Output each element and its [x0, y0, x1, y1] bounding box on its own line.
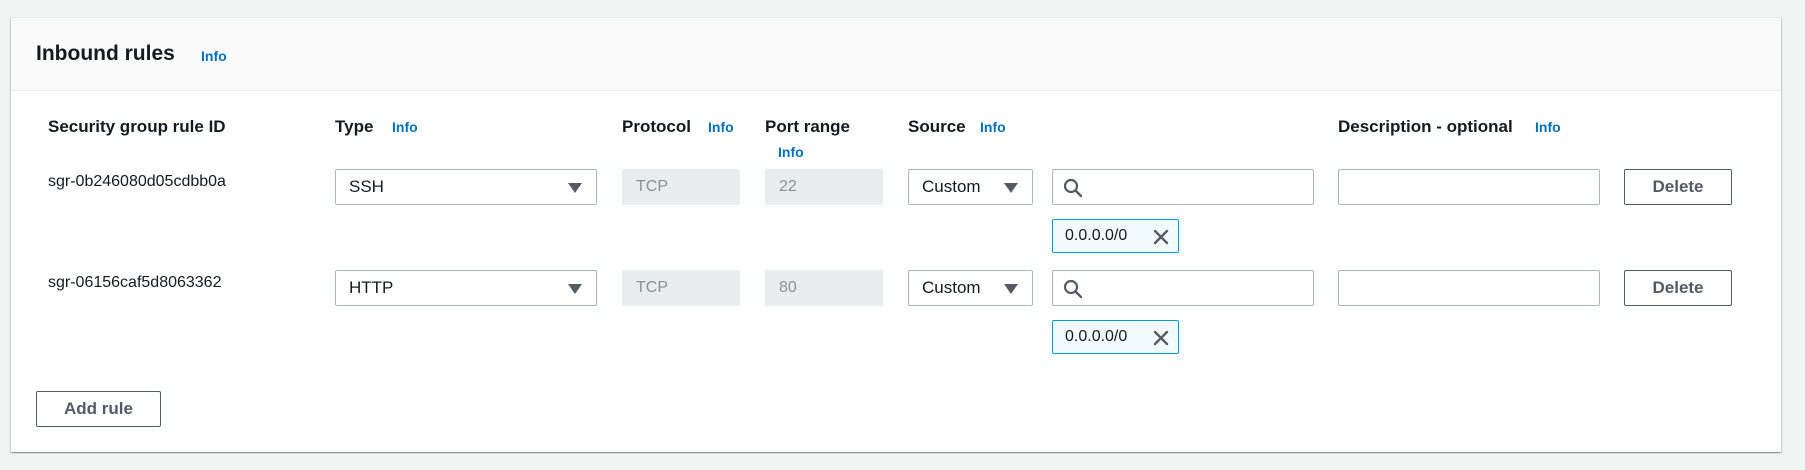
search-icon [1063, 178, 1083, 198]
type-select-value: SSH [349, 177, 384, 196]
caret-down-icon [568, 284, 582, 294]
type-select-value: HTTP [349, 278, 394, 297]
close-icon[interactable] [1152, 329, 1170, 347]
section-title: Inbound rules [36, 42, 175, 65]
source-search-input[interactable] [1052, 169, 1314, 205]
source-token: 0.0.0.0/0 [1052, 219, 1179, 253]
col-header-port-range: Port range [765, 117, 851, 136]
protocol-field: TCP [622, 169, 740, 205]
source-search-input[interactable] [1052, 270, 1314, 306]
col-header-description: Description - optional [1338, 117, 1513, 136]
source-type-select[interactable]: Custom [908, 270, 1033, 306]
port-range-info-link[interactable]: Info [778, 144, 804, 160]
source-token-label: 0.0.0.0/0 [1065, 328, 1128, 345]
source-type-select[interactable]: Custom [908, 169, 1033, 205]
type-select[interactable]: HTTP [335, 270, 597, 306]
source-type-value: Custom [922, 177, 981, 196]
delete-button[interactable]: Delete [1624, 169, 1732, 205]
rule-id: sgr-0b246080d05cdbb0a [48, 173, 226, 190]
source-info-link[interactable]: Info [980, 119, 1006, 135]
col-header-protocol: Protocol [622, 117, 691, 136]
caret-down-icon [1004, 284, 1018, 294]
close-icon[interactable] [1152, 228, 1170, 246]
col-header-rule-id: Security group rule ID [48, 117, 226, 136]
col-header-source: Source [908, 117, 966, 136]
add-rule-button[interactable]: Add rule [36, 391, 161, 427]
caret-down-icon [568, 183, 582, 193]
rule-id: sgr-06156caf5d8063362 [48, 274, 222, 291]
description-input[interactable] [1338, 270, 1600, 306]
inbound-rules-panel: Inbound rules Info Security group rule I… [11, 17, 1781, 452]
type-info-link[interactable]: Info [392, 119, 418, 135]
delete-button[interactable]: Delete [1624, 270, 1732, 306]
source-token: 0.0.0.0/0 [1052, 320, 1179, 354]
type-select[interactable]: SSH [335, 169, 597, 205]
section-info-link[interactable]: Info [201, 48, 227, 64]
caret-down-icon [1004, 183, 1018, 193]
port-range-field: 22 [765, 169, 883, 205]
source-type-value: Custom [922, 278, 981, 297]
protocol-info-link[interactable]: Info [708, 119, 734, 135]
search-icon [1063, 279, 1083, 299]
description-info-link[interactable]: Info [1535, 119, 1561, 135]
port-range-field: 80 [765, 270, 883, 306]
col-header-type: Type [335, 117, 374, 136]
description-input[interactable] [1338, 169, 1600, 205]
protocol-field: TCP [622, 270, 740, 306]
source-token-label: 0.0.0.0/0 [1065, 227, 1128, 244]
panel-header: Inbound rules Info [11, 18, 1781, 91]
